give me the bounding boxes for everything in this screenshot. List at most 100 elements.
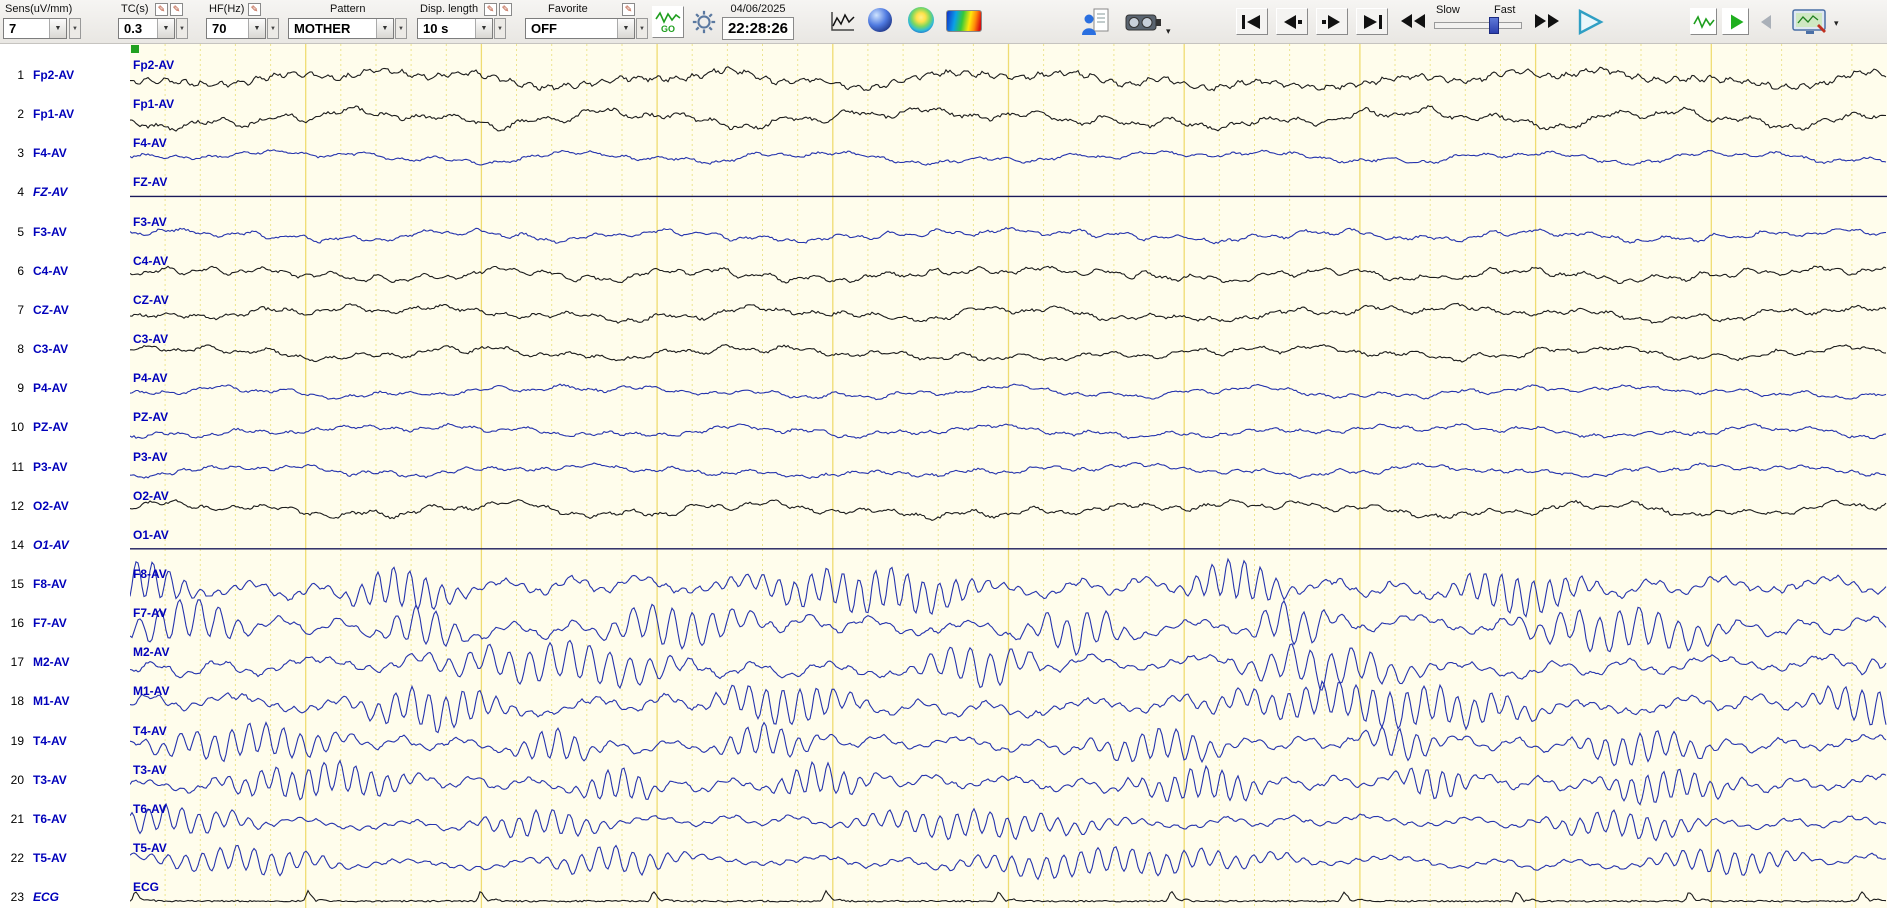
channel-row-P3-AV[interactable]: 11 P3-AV xyxy=(0,458,130,476)
channel-label: P4-AV xyxy=(33,381,68,396)
trace-label-FZ-AV: FZ-AV xyxy=(133,175,168,190)
channel-label: F7-AV xyxy=(33,616,67,631)
patient-report-icon[interactable] xyxy=(1080,6,1112,38)
trace-label-C4-AV: C4-AV xyxy=(133,253,169,268)
favorite-value: OFF xyxy=(531,21,557,36)
channel-label: O2-AV xyxy=(33,498,69,513)
trace-label-T4-AV: T4-AV xyxy=(133,723,167,738)
video-projector-icon[interactable] xyxy=(1124,9,1162,35)
channel-row-C4-AV[interactable]: 6 C4-AV xyxy=(0,262,130,280)
run-button[interactable] xyxy=(1722,8,1749,35)
combo-arrow-icon[interactable]: ▼ xyxy=(157,19,174,38)
go-label: GO xyxy=(660,24,675,34)
tc-edit2-pencil-icon[interactable]: ✎ xyxy=(170,3,183,16)
step-back-button[interactable] xyxy=(1276,8,1308,35)
disp-length-combo[interactable]: 10 s ▼ xyxy=(417,18,493,39)
fast-forward-button[interactable] xyxy=(1532,10,1562,32)
channel-row-Fp2-AV[interactable]: 1 Fp2-AV xyxy=(0,66,130,84)
fast-rewind-button[interactable] xyxy=(1398,10,1428,32)
trend-chart-icon[interactable] xyxy=(828,8,856,36)
disp-edit-pencil-icon[interactable]: ✎ xyxy=(484,3,497,16)
step-forward-button[interactable] xyxy=(1316,8,1348,35)
speed-slider-track[interactable] xyxy=(1434,22,1522,29)
channel-row-CZ-AV[interactable]: 7 CZ-AV xyxy=(0,301,130,319)
disp-length-spin[interactable]: ▼ xyxy=(494,18,506,39)
favorite-combo[interactable]: OFF ▼ xyxy=(525,18,635,39)
time-display: 22:28:26 xyxy=(722,17,794,40)
channel-row-M1-AV[interactable]: 18 M1-AV xyxy=(0,692,130,710)
review-waveform-button[interactable] xyxy=(1690,8,1717,35)
pattern-spin[interactable]: ▼ xyxy=(395,18,407,39)
channel-label: T4-AV xyxy=(33,733,67,748)
brain-map-icon[interactable] xyxy=(868,8,892,32)
hf-combo[interactable]: 70 ▼ xyxy=(206,18,266,39)
go-to-start-button[interactable] xyxy=(1236,8,1268,35)
go-waveform-button[interactable]: GO xyxy=(652,6,684,38)
channel-row-F3-AV[interactable]: 5 F3-AV xyxy=(0,223,130,241)
skip-end-icon xyxy=(1364,14,1382,29)
hf-spin[interactable]: ▼ xyxy=(267,18,279,39)
trace-label-T6-AV: T6-AV xyxy=(133,801,167,816)
channel-number: 10 xyxy=(10,420,24,435)
channel-label: PZ-AV xyxy=(33,420,69,435)
step-forward-icon xyxy=(1322,14,1340,29)
channel-number: 8 xyxy=(17,342,24,357)
channel-row-ECG[interactable]: 23 ECG xyxy=(0,888,130,906)
combo-arrow-icon[interactable]: ▼ xyxy=(376,19,393,38)
channel-label: F3-AV xyxy=(33,224,67,239)
channel-row-O2-AV[interactable]: 12 O2-AV xyxy=(0,497,130,515)
favorite-spin[interactable]: ▼ xyxy=(636,18,648,39)
channel-label: ECG xyxy=(33,890,60,905)
hf-edit-pencil-icon[interactable]: ✎ xyxy=(248,3,261,16)
channel-number: 17 xyxy=(10,655,24,670)
disp-edit2-pencil-icon[interactable]: ✎ xyxy=(499,3,512,16)
channel-row-T6-AV[interactable]: 21 T6-AV xyxy=(0,810,130,828)
channel-row-PZ-AV[interactable]: 10 PZ-AV xyxy=(0,418,130,436)
play-button[interactable] xyxy=(1572,6,1608,38)
channel-row-M2-AV[interactable]: 17 M2-AV xyxy=(0,653,130,671)
remote-monitor-icon[interactable] xyxy=(1790,8,1830,38)
channel-row-T5-AV[interactable]: 22 T5-AV xyxy=(0,849,130,867)
tc-edit-pencil-icon[interactable]: ✎ xyxy=(155,3,168,16)
channel-number: 2 xyxy=(17,107,24,122)
video-dropdown-icon[interactable]: ▾ xyxy=(1166,26,1171,37)
sens-combo[interactable]: 7 ▼ xyxy=(3,18,67,39)
fast-forward-icon xyxy=(1535,14,1559,28)
hf-value: 70 xyxy=(212,21,227,36)
pattern-combo[interactable]: MOTHER ▼ xyxy=(288,18,394,39)
eeg-trace-area[interactable]: Fp2-AV Fp1-AV F4-AV FZ-AV F3-AV C4-AV CZ-AV C3-… xyxy=(130,44,1887,908)
channel-row-T4-AV[interactable]: 19 T4-AV xyxy=(0,732,130,750)
colormap-icon[interactable] xyxy=(946,10,982,32)
channel-row-Fp1-AV[interactable]: 2 Fp1-AV xyxy=(0,105,130,123)
sens-spin[interactable]: ▼ xyxy=(69,18,81,39)
speed-slider-thumb[interactable] xyxy=(1488,17,1499,34)
topography-globe-icon[interactable] xyxy=(908,7,934,33)
channel-row-FZ-AV[interactable]: 4 FZ-AV xyxy=(0,183,130,201)
gear-icon[interactable] xyxy=(690,8,718,36)
channel-label: FZ-AV xyxy=(33,185,68,200)
combo-arrow-icon[interactable]: ▼ xyxy=(248,19,265,38)
channel-row-F8-AV[interactable]: 15 F8-AV xyxy=(0,575,130,593)
channel-number: 21 xyxy=(10,811,24,826)
channel-row-T3-AV[interactable]: 20 T3-AV xyxy=(0,771,130,789)
tc-combo[interactable]: 0.3 ▼ xyxy=(118,18,175,39)
channel-row-F4-AV[interactable]: 3 F4-AV xyxy=(0,144,130,162)
trace-label-O1-AV: O1-AV xyxy=(133,527,169,542)
combo-arrow-icon[interactable]: ▼ xyxy=(49,19,66,38)
combo-arrow-icon[interactable]: ▼ xyxy=(475,19,492,38)
back-disabled-button xyxy=(1756,10,1776,34)
favorite-edit-pencil-icon[interactable]: ✎ xyxy=(622,3,635,16)
channel-row-O1-AV[interactable]: 14 O1-AV xyxy=(0,536,130,554)
step-back-icon xyxy=(1284,14,1302,29)
channel-row-F7-AV[interactable]: 16 F7-AV xyxy=(0,614,130,632)
channel-row-P4-AV[interactable]: 9 P4-AV xyxy=(0,379,130,397)
combo-arrow-icon[interactable]: ▼ xyxy=(617,19,634,38)
go-to-end-button[interactable] xyxy=(1356,8,1388,35)
monitor-dropdown-icon[interactable]: ▾ xyxy=(1834,18,1839,29)
channel-label: O1-AV xyxy=(33,537,69,552)
main-toolbar: Sens(uV/mm) 7 ▼ ▼ TC(s) ✎ ✎ 0.3 ▼ ▼ HF(H… xyxy=(0,0,1887,44)
channel-row-C3-AV[interactable]: 8 C3-AV xyxy=(0,340,130,358)
channel-number: 7 xyxy=(17,302,24,317)
tc-spin[interactable]: ▼ xyxy=(176,18,188,39)
time-text: 22:28:26 xyxy=(727,20,789,37)
